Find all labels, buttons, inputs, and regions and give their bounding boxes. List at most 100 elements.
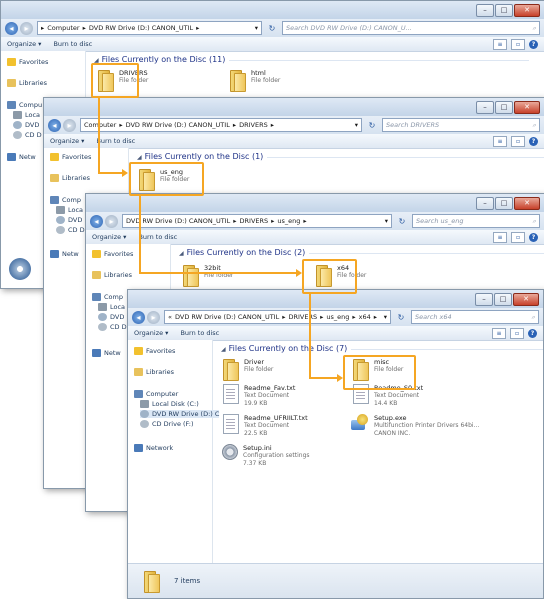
- breadcrumb-dvd[interactable]: DVD RW Drive (D:) CANON_UTIL: [126, 121, 230, 129]
- nav-computer[interactable]: Comp: [92, 293, 123, 301]
- organize-button[interactable]: Organize ▾: [50, 137, 84, 145]
- breadcrumb-x64[interactable]: x64: [359, 313, 371, 321]
- nav-network[interactable]: Network: [134, 444, 173, 452]
- preview-pane-icon[interactable]: ▫: [511, 232, 525, 243]
- close-button[interactable]: ✕: [513, 293, 539, 306]
- nav-cd[interactable]: CD D: [13, 131, 42, 139]
- group-header[interactable]: ◢ Files Currently on the Disc (7): [221, 344, 543, 353]
- help-icon[interactable]: ?: [529, 137, 538, 146]
- forward-icon[interactable]: ▸: [20, 21, 33, 35]
- file-item-readme-fav[interactable]: Readme_Fav.txt Text Document 19.9 KB: [223, 384, 295, 408]
- nav-libraries[interactable]: Libraries: [50, 174, 90, 182]
- help-icon[interactable]: ?: [529, 233, 538, 242]
- organize-button[interactable]: Organize ▾: [134, 329, 168, 337]
- nav-local-disk[interactable]: Loca: [98, 303, 125, 311]
- breadcrumb-computer[interactable]: Computer: [47, 24, 79, 32]
- breadcrumb-drivers[interactable]: DRIVERS: [288, 313, 317, 321]
- nav-local-disk[interactable]: Loca: [13, 111, 40, 119]
- nav-dvd[interactable]: DVD: [98, 313, 124, 321]
- dropdown-icon[interactable]: ▾: [355, 121, 358, 129]
- back-icon[interactable]: ◂: [90, 214, 103, 228]
- preview-pane-icon[interactable]: ▫: [511, 136, 525, 147]
- nav-cd[interactable]: CD D: [56, 226, 85, 234]
- maximize-button[interactable]: □: [495, 101, 513, 114]
- address-bar[interactable]: DVD RW Drive (D:) CANON_UTIL ▸ DRIVERS ▸ u…: [122, 214, 392, 228]
- folder-item-html[interactable]: html File folder: [228, 69, 280, 92]
- nav-dvd[interactable]: DVD: [56, 216, 82, 224]
- file-item-setup-exe[interactable]: Setup.exe Multifunction Printer Drivers 6…: [351, 414, 479, 438]
- view-icon[interactable]: ≡: [493, 39, 507, 50]
- minimize-button[interactable]: –: [476, 4, 494, 17]
- view-icon[interactable]: ≡: [493, 232, 507, 243]
- folder-item-32bit[interactable]: 32bit File folder: [181, 264, 233, 287]
- nav-dvd[interactable]: DVD: [13, 121, 39, 129]
- refresh-icon[interactable]: ↻: [395, 313, 407, 322]
- nav-dvd[interactable]: DVD RW Drive (D:) C: [140, 410, 220, 418]
- nav-favorites[interactable]: Favorites: [50, 153, 91, 161]
- nav-computer[interactable]: Compu: [7, 101, 42, 109]
- dropdown-icon[interactable]: ▾: [385, 217, 388, 225]
- group-header[interactable]: ◢ Files Currently on the Disc (1): [137, 152, 544, 161]
- back-icon[interactable]: ◂: [5, 21, 18, 35]
- title-bar[interactable]: – □ ✕: [86, 194, 544, 212]
- burn-button[interactable]: Burn to disc: [138, 233, 177, 241]
- forward-icon[interactable]: ▸: [105, 214, 118, 228]
- maximize-button[interactable]: □: [495, 4, 513, 17]
- breadcrumb-overflow[interactable]: «: [168, 313, 172, 321]
- search-input[interactable]: Search us_eng ⌕: [412, 214, 540, 228]
- nav-cd[interactable]: CD Drive (F:): [140, 420, 194, 428]
- burn-button[interactable]: Burn to disc: [96, 137, 135, 145]
- breadcrumb-us-eng[interactable]: us_eng: [277, 217, 300, 225]
- nav-favorites[interactable]: Favorites: [134, 347, 175, 355]
- group-header[interactable]: ◢ Files Currently on the Disc (2): [179, 248, 544, 257]
- breadcrumb-dvd[interactable]: DVD RW Drive (D:) CANON_UTIL: [175, 313, 279, 321]
- view-icon[interactable]: ≡: [493, 136, 507, 147]
- nav-network[interactable]: Netw: [50, 250, 79, 258]
- view-icon[interactable]: ≡: [492, 328, 506, 339]
- breadcrumb-us-eng[interactable]: us_eng: [326, 313, 349, 321]
- breadcrumb-drivers[interactable]: DRIVERS: [239, 121, 268, 129]
- help-icon[interactable]: ?: [529, 40, 538, 49]
- breadcrumb-drivers[interactable]: DRIVERS: [240, 217, 269, 225]
- help-icon[interactable]: ?: [528, 329, 537, 338]
- title-bar[interactable]: – □ ✕: [44, 98, 544, 116]
- forward-icon[interactable]: ▸: [63, 118, 76, 132]
- minimize-button[interactable]: –: [475, 293, 493, 306]
- organize-button[interactable]: Organize ▾: [7, 40, 41, 48]
- address-bar[interactable]: ▸ Computer ▸ DVD RW Drive (D:) CANON_UTIL…: [37, 21, 262, 35]
- close-button[interactable]: ✕: [514, 101, 540, 114]
- dropdown-icon[interactable]: ▾: [384, 313, 387, 321]
- back-icon[interactable]: ◂: [132, 310, 145, 324]
- maximize-button[interactable]: □: [494, 293, 512, 306]
- refresh-icon[interactable]: ↻: [366, 121, 378, 130]
- breadcrumb-computer[interactable]: Computer: [84, 121, 116, 129]
- search-input[interactable]: Search x64 ⌕: [411, 310, 539, 324]
- burn-button[interactable]: Burn to disc: [180, 329, 219, 337]
- search-input[interactable]: Search DVD RW Drive (D:) CANON_U... ⌕: [282, 21, 540, 35]
- forward-icon[interactable]: ▸: [147, 310, 160, 324]
- folder-item-driver[interactable]: Driver File folder: [221, 358, 273, 381]
- minimize-button[interactable]: –: [476, 101, 494, 114]
- address-bar[interactable]: Computer ▸ DVD RW Drive (D:) CANON_UTIL ▸ …: [80, 118, 362, 132]
- organize-button[interactable]: Organize ▾: [92, 233, 126, 241]
- nav-computer[interactable]: Computer: [134, 390, 178, 398]
- nav-network[interactable]: Netw: [92, 349, 121, 357]
- title-bar[interactable]: – □ ✕: [1, 1, 544, 19]
- back-icon[interactable]: ◂: [48, 118, 61, 132]
- maximize-button[interactable]: □: [495, 197, 513, 210]
- close-button[interactable]: ✕: [514, 4, 540, 17]
- nav-libraries[interactable]: Libraries: [134, 368, 174, 376]
- search-input[interactable]: Search DRIVERS ⌕: [382, 118, 540, 132]
- breadcrumb-dvd[interactable]: DVD RW Drive (D:) CANON_UTIL: [126, 217, 230, 225]
- refresh-icon[interactable]: ↻: [396, 217, 408, 226]
- breadcrumb-dvd[interactable]: DVD RW Drive (D:) CANON_UTIL: [89, 24, 193, 32]
- address-bar[interactable]: « DVD RW Drive (D:) CANON_UTIL ▸ DRIVERS ▸…: [164, 310, 391, 324]
- preview-pane-icon[interactable]: ▫: [510, 328, 524, 339]
- dropdown-icon[interactable]: ▾: [255, 24, 258, 32]
- burn-button[interactable]: Burn to disc: [53, 40, 92, 48]
- nav-favorites[interactable]: Favorites: [92, 250, 133, 258]
- refresh-icon[interactable]: ↻: [266, 24, 278, 33]
- nav-computer[interactable]: Comp: [50, 196, 81, 204]
- nav-libraries[interactable]: Libraries: [7, 79, 47, 87]
- nav-libraries[interactable]: Libraries: [92, 271, 132, 279]
